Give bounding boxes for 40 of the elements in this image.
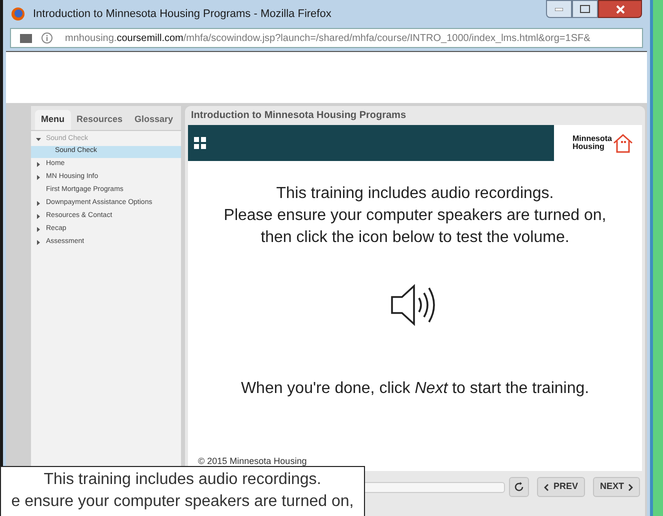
minimize-button[interactable]: [546, 0, 572, 18]
browser-logo-icon: [11, 7, 25, 21]
sidebar-tab[interactable]: Glossary: [128, 110, 180, 130]
replay-icon: [514, 482, 524, 492]
sidebar-tab[interactable]: Menu: [35, 110, 70, 130]
url-text: mnhousing.coursemill.com/mhfa/scowindow.jsp?launch=/shared/mhfa/course/INTRO_1000/index_lms.html&org=1SF&: [65, 32, 590, 46]
caption-text: This training includes audio recordings.: [44, 470, 322, 490]
intro-text: then click the icon below to test the volume.: [260, 228, 570, 248]
intro-text: This training includes audio recordings.: [276, 184, 554, 204]
maximize-button[interactable]: [572, 0, 598, 18]
intro-text: Please ensure your computer speakers are turned on,: [224, 206, 606, 226]
caption-text: e ensure your computer speakers are turned on,: [11, 492, 354, 512]
grid-menu-icon[interactable]: [194, 137, 206, 149]
instruction-text: When you're done, click Next to start the training.: [240, 379, 590, 399]
info-icon: [41, 32, 53, 44]
chevron-left-icon: [544, 484, 550, 490]
sidebar-tab[interactable]: Resources: [70, 110, 129, 130]
minimize-icon: [555, 8, 563, 10]
logo-text: Housing: [572, 143, 606, 151]
expand-arrow-icon[interactable]: [36, 226, 41, 232]
course-title: Introduction to Minnesota Housing Programs: [190, 109, 407, 123]
expand-arrow-icon[interactable]: [36, 214, 41, 218]
address-field[interactable]: mnhousing.coursemill.com/mhfa/scowindow.jsp?launch=/shared/mhfa/course/INTRO_1000/index_lms.html&org=1SF&: [10, 28, 643, 48]
chevron-right-icon: [628, 484, 633, 490]
window-title: Introduction to Minnesota Housing Programs - Mozilla Firefox: [33, 6, 332, 22]
logo-text: Minnesota: [572, 135, 612, 143]
expand-arrow-icon[interactable]: [36, 240, 41, 244]
expand-arrow-icon[interactable]: [36, 174, 41, 180]
maximize-icon: [580, 5, 590, 13]
close-button[interactable]: [598, 0, 642, 18]
prev-button[interactable]: PREV: [537, 477, 585, 497]
replay-button[interactable]: [509, 477, 530, 497]
expand-arrow-icon[interactable]: [36, 162, 41, 166]
copyright-text: © 2015 Minnesota Housing: [198, 454, 307, 468]
next-button[interactable]: NEXT: [592, 477, 640, 497]
expand-arrow-icon[interactable]: [36, 200, 41, 206]
close-icon: [616, 4, 624, 14]
expand-arrow-icon[interactable]: [36, 136, 41, 142]
page-icon: [19, 32, 33, 44]
house-icon: [612, 133, 634, 153]
